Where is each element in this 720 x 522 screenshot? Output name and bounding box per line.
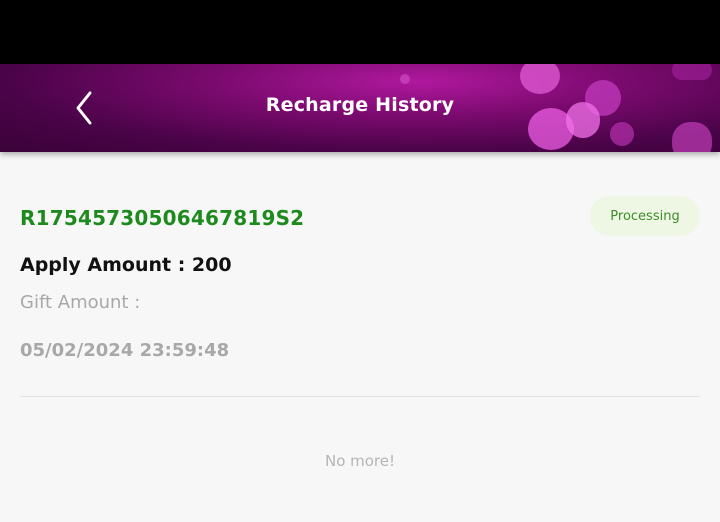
- order-id: R17545730506467819S2: [20, 206, 305, 230]
- header-decoration: [672, 64, 712, 80]
- header-decoration: [520, 64, 560, 94]
- page-title: Recharge History: [265, 94, 455, 116]
- app-header: Recharge History: [0, 64, 720, 152]
- header-decoration: [610, 122, 634, 146]
- gift-amount: Gift Amount :: [20, 292, 141, 313]
- status-badge: Processing: [590, 196, 700, 236]
- record-datetime: 05/02/2024 23:59:48: [20, 340, 230, 361]
- status-bar: [0, 0, 720, 64]
- recharge-record[interactable]: R17545730506467819S2 Processing Apply Am…: [20, 152, 700, 397]
- header-decoration: [672, 122, 712, 152]
- list-end-message: No more!: [324, 452, 396, 470]
- header-decoration: [400, 74, 410, 84]
- apply-amount: Apply Amount : 200: [20, 254, 232, 276]
